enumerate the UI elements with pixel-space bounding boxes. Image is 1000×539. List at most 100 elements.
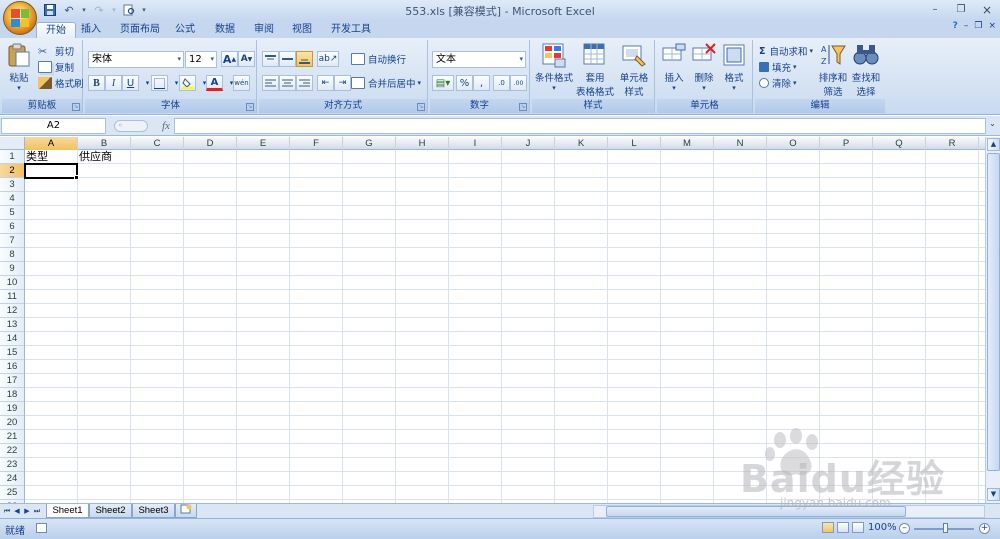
column-header-o[interactable]: O <box>767 137 820 150</box>
expand-formula-bar-icon[interactable]: ⌄ <box>987 119 998 133</box>
find-select-button[interactable]: 查找和 选择 <box>850 42 882 98</box>
sort-filter-button[interactable]: A Z 排序和 筛选 <box>817 42 849 98</box>
column-header-c[interactable]: C <box>131 137 184 150</box>
formula-input[interactable] <box>174 118 986 134</box>
decrease-indent-button[interactable]: ⇤ <box>317 75 334 91</box>
underline-button[interactable]: U <box>122 75 139 91</box>
vertical-scroll-thumb[interactable] <box>987 153 1000 471</box>
row-header-1[interactable]: 1 <box>0 150 24 164</box>
wrap-text-button[interactable]: 自动换行 <box>351 52 406 66</box>
close-icon[interactable]: × <box>974 0 1000 19</box>
number-launcher-icon[interactable]: ↘ <box>519 103 527 111</box>
delete-cells-button[interactable]: 删除 ▾ <box>689 42 719 92</box>
borders-button[interactable] <box>151 75 168 91</box>
row-header-18[interactable]: 18 <box>0 388 24 402</box>
column-header-i[interactable]: I <box>449 137 502 150</box>
next-sheet-icon[interactable]: ▶ <box>22 505 32 517</box>
last-sheet-icon[interactable]: ⏭ <box>32 505 42 517</box>
macro-record-icon[interactable] <box>36 523 47 533</box>
column-header-m[interactable]: M <box>661 137 714 150</box>
row-header-2[interactable]: 2 <box>0 164 24 178</box>
autosum-button[interactable]: Σ 自动求和 ▾ <box>759 44 813 59</box>
format-as-table-button[interactable]: 套用 表格格式 <box>574 42 616 98</box>
font-launcher-icon[interactable]: ↘ <box>246 103 254 111</box>
row-header-7[interactable]: 7 <box>0 234 24 248</box>
shrink-font-button[interactable]: A ▼ <box>238 51 255 67</box>
tab-developer[interactable]: 开发工具 <box>322 22 380 38</box>
help-icon[interactable]: ? <box>953 21 958 31</box>
currency-button[interactable]: ▤▾ <box>432 75 454 91</box>
row-header-9[interactable]: 9 <box>0 262 24 276</box>
cell-a1[interactable]: 类型 <box>25 150 77 163</box>
tab-data[interactable]: 数据 <box>206 22 244 38</box>
column-header-j[interactable]: J <box>502 137 555 150</box>
zoom-out-icon[interactable]: – <box>899 523 910 534</box>
row-header-13[interactable]: 13 <box>0 318 24 332</box>
tab-view[interactable]: 视图 <box>283 22 321 38</box>
align-bottom-button[interactable] <box>296 51 313 67</box>
vertical-scrollbar[interactable]: ▲ ▼ <box>985 137 1000 503</box>
paste-button[interactable]: 粘贴 ▾ <box>6 42 32 92</box>
normal-view-button[interactable] <box>822 522 834 533</box>
cell-styles-button[interactable]: 单元格 样式 <box>616 42 652 98</box>
row-header-20[interactable]: 20 <box>0 416 24 430</box>
row-header-10[interactable]: 10 <box>0 276 24 290</box>
column-header-d[interactable]: D <box>184 137 237 150</box>
row-header-24[interactable]: 24 <box>0 472 24 486</box>
column-header-f[interactable]: F <box>290 137 343 150</box>
grow-font-button[interactable]: A ▲ <box>221 51 238 67</box>
conditional-formatting-button[interactable]: 条件格式 ▾ <box>535 42 573 92</box>
fill-color-button[interactable] <box>179 75 196 91</box>
cut-button[interactable]: ✂ 剪切 <box>38 44 74 58</box>
tab-formulas[interactable]: 公式 <box>166 22 204 38</box>
phonetic-button[interactable]: wén <box>233 75 250 91</box>
row-header-6[interactable]: 6 <box>0 220 24 234</box>
clipboard-launcher-icon[interactable]: ↘ <box>72 103 80 111</box>
orientation-button[interactable]: ab↗ <box>317 51 339 67</box>
row-header-19[interactable]: 19 <box>0 402 24 416</box>
sheet-tab-sheet3[interactable]: Sheet3 <box>132 504 175 518</box>
restore-icon[interactable]: ❐ <box>948 0 974 19</box>
column-header-k[interactable]: K <box>555 137 608 150</box>
align-center-button[interactable] <box>279 75 296 91</box>
italic-button[interactable]: I <box>105 75 122 91</box>
align-top-button[interactable] <box>262 51 279 67</box>
select-all-button[interactable] <box>0 137 25 150</box>
font-name-select[interactable]: 宋体 ▾ <box>88 51 184 68</box>
row-header-21[interactable]: 21 <box>0 430 24 444</box>
alignment-launcher-icon[interactable]: ↘ <box>417 103 425 111</box>
row-header-11[interactable]: 11 <box>0 290 24 304</box>
row-header-25[interactable]: 25 <box>0 486 24 500</box>
align-middle-button[interactable] <box>279 51 296 67</box>
column-header-r[interactable]: R <box>926 137 979 150</box>
comma-button[interactable]: , <box>473 75 490 91</box>
column-header-l[interactable]: L <box>608 137 661 150</box>
align-left-button[interactable] <box>262 75 279 91</box>
fill-handle[interactable] <box>74 175 79 180</box>
font-color-button[interactable]: A <box>206 75 223 91</box>
formula-cancel-enter-icon[interactable]: ◦ <box>114 120 148 132</box>
fill-button[interactable]: 填充 ▾ <box>759 60 797 74</box>
number-format-select[interactable]: 文本 ▾ <box>432 51 526 68</box>
insert-sheet-icon[interactable] <box>175 504 197 518</box>
decrease-decimal-button[interactable]: .00 <box>510 75 527 91</box>
ribbon-close-icon[interactable]: × <box>988 21 996 31</box>
tab-page-layout[interactable]: 页面布局 <box>111 22 169 38</box>
row-header-17[interactable]: 17 <box>0 374 24 388</box>
minimize-icon[interactable]: – <box>922 0 948 19</box>
tab-home[interactable]: 开始 <box>36 22 76 38</box>
align-right-button[interactable] <box>296 75 313 91</box>
zoom-level[interactable]: 100% <box>868 522 897 533</box>
column-header-b[interactable]: B <box>78 137 131 150</box>
increase-indent-button[interactable]: ⇥ <box>334 75 351 91</box>
column-header-e[interactable]: E <box>237 137 290 150</box>
scroll-up-icon[interactable]: ▲ <box>987 138 1000 151</box>
font-size-select[interactable]: 12 ▾ <box>185 51 217 68</box>
ribbon-minimize-icon[interactable]: – <box>964 21 969 31</box>
row-header-16[interactable]: 16 <box>0 360 24 374</box>
column-header-p[interactable]: P <box>820 137 873 150</box>
format-painter-button[interactable]: 格式刷 <box>38 76 84 90</box>
page-layout-view-button[interactable] <box>837 522 849 533</box>
office-button[interactable] <box>3 1 37 35</box>
name-box[interactable]: A2 <box>1 118 106 134</box>
